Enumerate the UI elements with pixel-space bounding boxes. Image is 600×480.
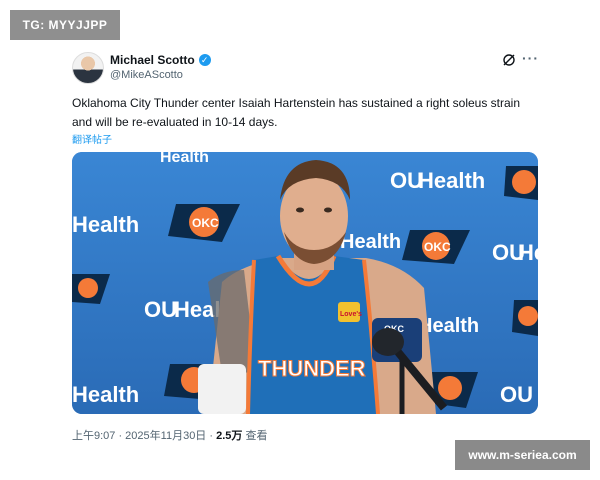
okc-logo-3	[504, 166, 538, 200]
watermark-bottom-right: www.m-seriea.com	[455, 440, 590, 470]
tweet-text: Oklahoma City Thunder center Isaiah Hart…	[72, 96, 521, 129]
translate-post-link[interactable]: 翻译帖子	[72, 131, 112, 146]
arm-sleeve	[198, 364, 246, 414]
backdrop-health-bottom: Health	[72, 382, 139, 407]
backdrop-health-3: Health	[340, 231, 401, 253]
author-handle[interactable]: @MikeAScotto	[110, 69, 183, 81]
views-count: 2.5万	[216, 430, 243, 442]
tweet-timestamp[interactable]: 上午9:07 · 2025年11月30日 ·	[72, 430, 216, 442]
tweet-media-image[interactable]: Health Health OU Health OU Health Health…	[72, 152, 538, 414]
backdrop-health-4: Health	[518, 240, 538, 265]
author-avatar[interactable]	[72, 52, 104, 84]
backdrop-health-left: Health	[72, 212, 139, 237]
okc-logo-5	[512, 300, 538, 336]
author-name[interactable]: Michael Scotto	[110, 53, 195, 67]
grok-icon[interactable]	[502, 53, 516, 67]
backdrop-health-top: Health	[160, 152, 209, 166]
tweet-card: Michael Scotto ✓ @MikeAScotto ··· Oklaho…	[62, 44, 542, 444]
backdrop-health-1: Health	[418, 168, 485, 193]
jersey-text: THUNDER	[258, 356, 366, 381]
backdrop-ou-4: OU	[500, 382, 533, 407]
tweet-meta: 上午9:07 · 2025年11月30日 · 2.5万 查看	[72, 427, 267, 443]
watermark-top-left: TG: MYYJJPP	[10, 10, 120, 40]
svg-text:OKC: OKC	[192, 216, 219, 230]
author-name-row: Michael Scotto ✓	[110, 53, 211, 67]
verified-badge-icon: ✓	[198, 54, 211, 66]
views-label: 查看	[242, 430, 268, 442]
jersey-patch-text: Love's	[340, 311, 362, 318]
svg-text:OKC: OKC	[424, 240, 451, 254]
backdrop-ou-2: OU	[144, 297, 177, 322]
more-icon[interactable]: ···	[522, 50, 539, 66]
press-conference-photo: Health Health OU Health OU Health Health…	[72, 152, 538, 414]
